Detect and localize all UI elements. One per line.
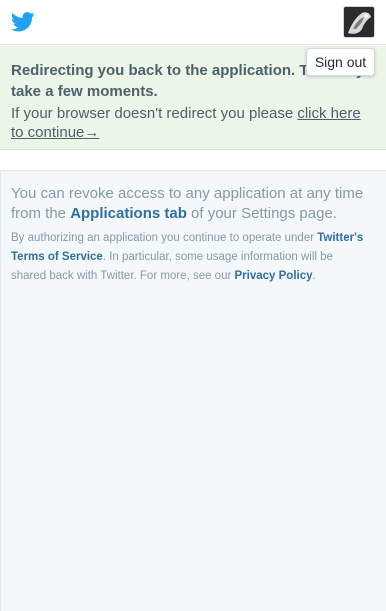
- privacy-policy-link[interactable]: Privacy Policy: [235, 270, 313, 282]
- revoke-access-text: You can revoke access to any application…: [11, 184, 377, 224]
- revoke-text-suffix: of your Settings page.: [186, 205, 337, 222]
- permissions-info: You can revoke access to any application…: [0, 170, 386, 611]
- avatar-photo-icon: [344, 7, 374, 37]
- legal-text-prefix: By authorizing an application you contin…: [11, 232, 318, 244]
- legal-text: By authorizing an application you contin…: [11, 229, 371, 286]
- user-avatar[interactable]: [343, 6, 375, 38]
- legal-text-suffix: .: [312, 270, 316, 282]
- top-bar: [0, 0, 386, 45]
- redirect-body: If your browser doesn't redirect you ple…: [11, 104, 371, 142]
- applications-tab-link[interactable]: Applications tab: [70, 205, 187, 222]
- sign-out-button[interactable]: Sign out: [306, 48, 375, 76]
- redirect-body-text: If your browser doesn't redirect you ple…: [11, 105, 298, 122]
- twitter-bird-icon[interactable]: [11, 12, 35, 32]
